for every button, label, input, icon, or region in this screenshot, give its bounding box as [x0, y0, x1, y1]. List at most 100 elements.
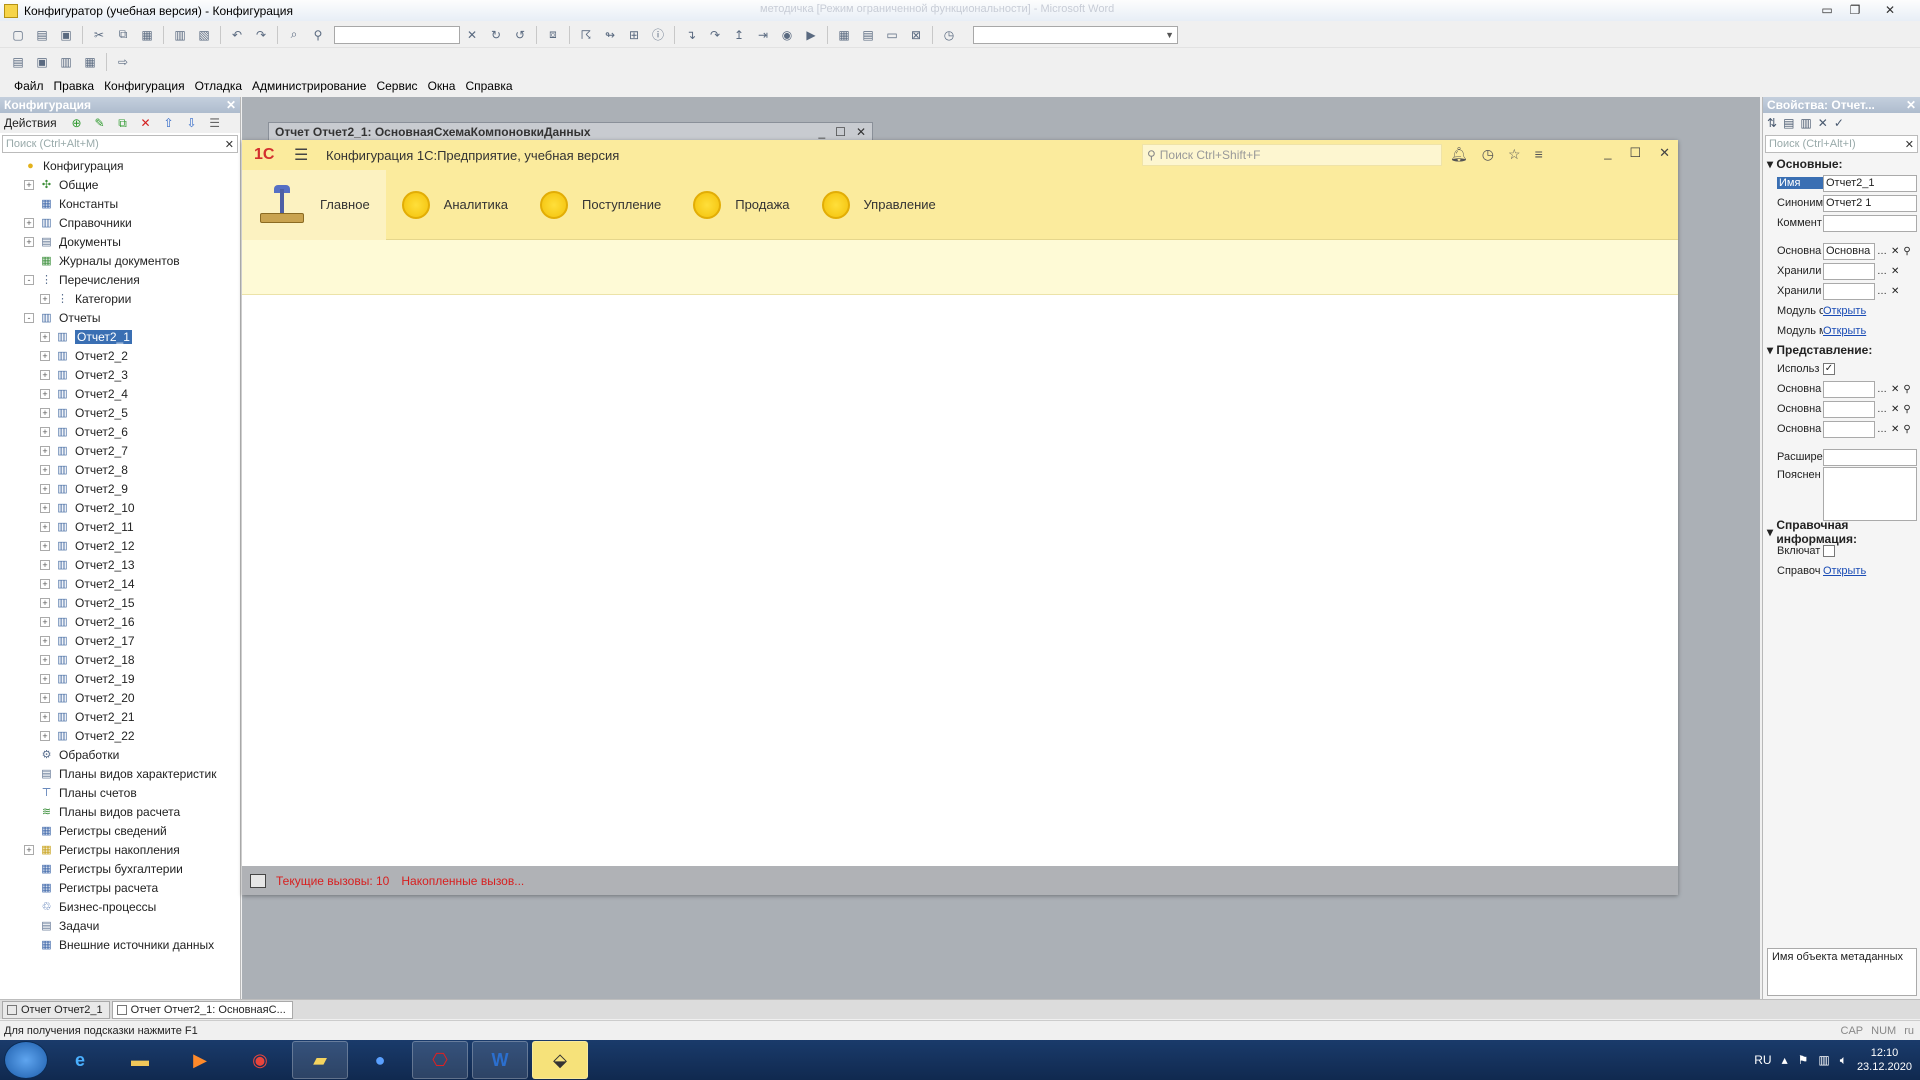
step-out-icon[interactable]: ↥ [729, 25, 749, 45]
step-into-icon[interactable]: ↴ [681, 25, 701, 45]
copy-item-icon[interactable]: ⧉ [115, 115, 131, 131]
tree-item[interactable]: ▦ Константы [0, 194, 240, 213]
tree-item[interactable]: + ▥ Отчет2_13 [0, 555, 240, 574]
internet-explorer-icon[interactable]: e [52, 1041, 108, 1079]
clear-icon[interactable]: ✕ [1818, 116, 1828, 130]
favorites-star-icon[interactable]: ☆ [1508, 146, 1521, 163]
group-main[interactable]: ▾ Основные: [1763, 155, 1920, 173]
clear-search-icon[interactable]: ✕ [225, 138, 234, 151]
layout-icon[interactable]: ▤ [858, 25, 878, 45]
tree-item[interactable]: ▦ Внешние источники данных [0, 935, 240, 954]
delete-icon[interactable]: ✕ [138, 115, 154, 131]
ellipsis-icon[interactable]: … [1877, 424, 1887, 435]
tree-item[interactable]: + ▥ Отчет2_22 [0, 726, 240, 745]
move-down-icon[interactable]: ⇩ [184, 115, 200, 131]
clear-icon[interactable]: ✕ [1891, 246, 1899, 257]
move-up-icon[interactable]: ⇧ [161, 115, 177, 131]
prop-name-input[interactable]: Отчет2_1 [1823, 174, 1917, 192]
debug-connect-icon[interactable]: ⊞ [624, 25, 644, 45]
sort-icon[interactable]: ☰ [207, 115, 223, 131]
tree-item[interactable]: + ▥ Отчет2_2 [0, 346, 240, 365]
toolbar-combo[interactable]: ▼ [973, 25, 1178, 44]
tree-item[interactable]: ≋ Планы видов расчета [0, 802, 240, 821]
section-management[interactable]: Управление [806, 170, 952, 240]
ellipsis-icon[interactable]: … [1877, 384, 1887, 395]
categories-icon[interactable]: ▤ [1783, 116, 1794, 130]
filter-icon[interactable]: ▥ [1800, 116, 1811, 130]
menu-administration[interactable]: Администрирование [252, 79, 366, 93]
expand-icon[interactable]: + [40, 331, 50, 342]
expand-icon[interactable]: + [40, 730, 50, 741]
ellipsis-icon[interactable]: … [1877, 266, 1887, 277]
step-over-icon[interactable]: ↷ [705, 25, 725, 45]
prop-extended-input[interactable] [1823, 448, 1917, 466]
search-icon[interactable]: ⚲ [1903, 246, 1910, 257]
close-button[interactable]: ✕ [1870, 1, 1910, 18]
table-icon[interactable]: ▦ [80, 52, 100, 72]
toolbar-search-input[interactable] [334, 25, 460, 44]
tree-item[interactable]: + ▥ Отчет2_18 [0, 650, 240, 669]
notifications-bell-icon[interactable]: 🔔︎ [1450, 146, 1468, 163]
expand-icon[interactable]: + [24, 844, 34, 855]
open-file-icon[interactable]: ▤ [32, 25, 52, 45]
module-icon[interactable]: ⊠ [906, 25, 926, 45]
tree-item[interactable]: ▦ Журналы документов [0, 251, 240, 270]
expand-icon[interactable]: + [40, 445, 50, 456]
tree-item[interactable]: + ▥ Отчет2_14 [0, 574, 240, 593]
globe-app-icon[interactable]: ● [352, 1041, 408, 1079]
new-file-icon[interactable]: ▢ [8, 25, 28, 45]
tree-item[interactable]: ⚙ Обработки [0, 745, 240, 764]
debug-start-icon[interactable]: ☈ [576, 25, 596, 45]
menu-help[interactable]: Справка [465, 79, 512, 93]
expand-icon[interactable]: + [40, 464, 50, 475]
chrome-icon[interactable]: ◉ [232, 1041, 288, 1079]
open-manager-module-link[interactable]: Открыть [1823, 325, 1866, 337]
ellipsis-icon[interactable]: … [1877, 286, 1887, 297]
prop-main-form-1-input[interactable] [1823, 380, 1875, 398]
copy-icon[interactable]: ⧉ [113, 25, 133, 45]
tray-clock[interactable]: 12:10 23.12.2020 [1857, 1046, 1912, 1074]
collapse-icon[interactable]: - [24, 274, 34, 285]
menu-configuration[interactable]: Конфигурация [104, 79, 185, 93]
expand-icon[interactable]: + [40, 388, 50, 399]
search-icon[interactable]: ⚲ [1903, 404, 1910, 415]
paste-icon[interactable]: ▦ [137, 25, 157, 45]
minimize-button[interactable]: ▭ [1814, 1, 1840, 18]
panel-close-icon[interactable]: ✕ [226, 98, 236, 112]
expand-icon[interactable]: + [40, 673, 50, 684]
performance-icon[interactable] [250, 873, 266, 888]
print-icon[interactable]: ▥ [170, 25, 190, 45]
menu-edit[interactable]: Правка [54, 79, 95, 93]
start-button[interactable] [4, 1041, 48, 1079]
clear-icon[interactable]: ✕ [1891, 424, 1899, 435]
expand-icon[interactable]: + [40, 502, 50, 513]
ellipsis-icon[interactable]: … [1877, 246, 1887, 257]
word-icon[interactable]: W [472, 1041, 528, 1079]
expand-icon[interactable]: + [24, 217, 34, 228]
tree-item[interactable]: + ▥ Отчет2_10 [0, 498, 240, 517]
find-icon[interactable]: ⌕ [284, 25, 304, 45]
tray-expand-icon[interactable]: ▴ [1782, 1053, 1788, 1067]
folder-app-icon[interactable]: ▰ [292, 1041, 348, 1079]
tree-item[interactable]: + ▥ Отчет2_17 [0, 631, 240, 650]
edit-icon[interactable]: ✎ [92, 115, 108, 131]
enterprise-minimize-icon[interactable]: _ [1604, 145, 1611, 161]
breakpoint-icon[interactable]: ◉ [777, 25, 797, 45]
tree-item[interactable]: ▤ Задачи [0, 916, 240, 935]
enterprise-maximize-icon[interactable]: ☐ [1629, 145, 1641, 161]
history-icon[interactable]: ◷ [1482, 146, 1494, 163]
clear-icon[interactable]: ✕ [1891, 286, 1899, 297]
tree-item[interactable]: + ▥ Отчет2_3 [0, 365, 240, 384]
tree-item[interactable]: ⊤ Планы счетов [0, 783, 240, 802]
tree-item[interactable]: ▦ Регистры бухгалтерии [0, 859, 240, 878]
tree-item[interactable]: + ▥ Отчет2_8 [0, 460, 240, 479]
expand-icon[interactable]: + [40, 407, 50, 418]
group-view[interactable]: ▾ Представление: [1763, 341, 1920, 359]
prop-synonym-input[interactable]: Отчет2 1 [1823, 194, 1917, 212]
list-icon[interactable]: ▤ [8, 52, 28, 72]
expand-icon[interactable]: + [40, 350, 50, 361]
compare-icon[interactable]: ▥ [56, 52, 76, 72]
windows-icon[interactable]: ⧈ [543, 25, 563, 45]
open-help-link[interactable]: Открыть [1823, 565, 1866, 577]
info-icon[interactable]: ⓘ [648, 25, 668, 45]
